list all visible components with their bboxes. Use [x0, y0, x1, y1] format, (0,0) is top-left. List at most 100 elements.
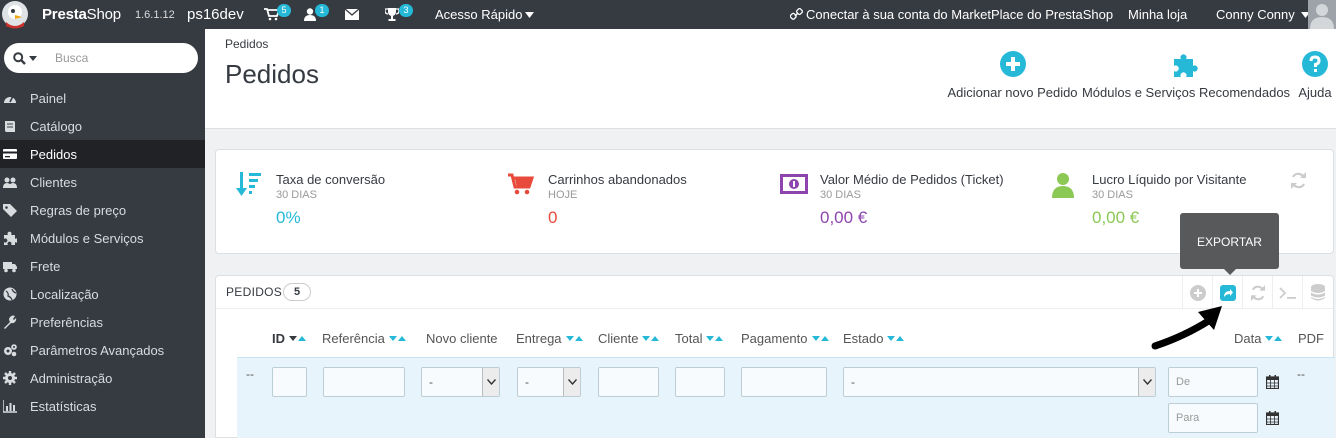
date-to-calendar-button[interactable]	[1258, 403, 1287, 433]
column-date[interactable]: Data	[1234, 331, 1283, 346]
trophy-icon	[385, 8, 399, 21]
sidebar-item-preferencias[interactable]: Preferências	[0, 308, 205, 336]
filter-date-to-input[interactable]: Para	[1168, 403, 1258, 433]
prestashop-logo[interactable]	[0, 0, 31, 29]
filter-payment-input[interactable]	[741, 367, 827, 397]
terminal-icon	[1278, 286, 1296, 299]
select-value: -	[851, 375, 855, 389]
show-sql-button[interactable]	[1272, 276, 1302, 309]
select-value: -	[525, 375, 529, 389]
search-input[interactable]: Busca	[55, 51, 88, 65]
credit-card-icon	[3, 149, 17, 159]
column-label: Data	[1234, 331, 1262, 346]
marketplace-link[interactable]: Conectar à sua conta do MarketPlace do P…	[790, 0, 1113, 29]
user-icon	[1052, 173, 1074, 198]
sidebar-item-parametros-avancados[interactable]: Parâmetros Avançados	[0, 336, 205, 364]
refresh-list-button[interactable]	[1242, 276, 1272, 309]
column-status[interactable]: Estado	[843, 331, 905, 346]
sort-asc-icon[interactable]	[574, 336, 583, 341]
kpi-refresh-button[interactable]	[1290, 172, 1307, 189]
trophy-notification[interactable]: 3	[385, 0, 413, 29]
quick-access-label: Acesso Rápido	[435, 7, 523, 22]
sidebar-item-administracao[interactable]: Administração	[0, 364, 205, 392]
sidebar-item-frete[interactable]: Frete	[0, 252, 205, 280]
trophy-badge: 3	[399, 4, 413, 17]
calendar-icon	[1266, 375, 1279, 389]
sidebar-item-painel[interactable]: Painel	[0, 84, 205, 112]
sort-asc-icon[interactable]	[896, 336, 905, 341]
column-customer[interactable]: Cliente	[598, 331, 660, 346]
puzzle-icon	[1174, 54, 1198, 77]
date-from-calendar-button[interactable]	[1258, 367, 1287, 397]
sort-desc-icon[interactable]	[565, 336, 574, 341]
sidebar-item-pedidos[interactable]: Pedidos	[0, 140, 205, 168]
shop-name[interactable]: ps16dev	[187, 0, 244, 29]
sort-desc-icon[interactable]	[811, 336, 820, 341]
plus-circle-icon	[999, 51, 1026, 77]
sidebar-item-regras-de-preco[interactable]: Regras de preço	[0, 196, 205, 224]
filter-reference-input[interactable]	[323, 367, 405, 397]
orders-notification[interactable]: 5	[264, 0, 291, 29]
avatar[interactable]	[1308, 0, 1336, 29]
kpi-period: 30 DIAS	[820, 189, 861, 201]
filter-customer-input[interactable]	[598, 367, 659, 397]
sidebar-item-label: Clientes	[30, 174, 77, 190]
breadcrumb[interactable]: Pedidos	[225, 37, 268, 51]
filter-status-select[interactable]: -	[843, 367, 1156, 397]
quick-access-dropdown[interactable]: Acesso Rápido	[435, 0, 535, 29]
help-button[interactable]: Ajuda	[1295, 51, 1335, 100]
column-new-client: Novo cliente	[426, 331, 498, 346]
recommended-modules-button[interactable]: Módulos e Serviços Recomendados	[1082, 51, 1290, 100]
main-menu: Painel Catálogo Pedidos Clientes Regras de p…	[0, 84, 205, 420]
sort-asc-icon[interactable]	[651, 336, 660, 341]
sort-asc-icon[interactable]	[1274, 336, 1283, 341]
filter-total-input[interactable]	[675, 367, 725, 397]
sort-desc-icon[interactable]	[887, 336, 896, 341]
sort-asc-icon[interactable]	[397, 336, 406, 341]
dashboard-icon	[4, 95, 16, 103]
column-id[interactable]: ID	[272, 331, 306, 346]
sidebar-item-label: Regras de preço	[30, 202, 127, 218]
messages-notification[interactable]	[345, 0, 359, 29]
select-value: -	[429, 375, 433, 389]
sql-manager-button[interactable]	[1302, 276, 1332, 309]
sort-desc-icon[interactable]	[642, 336, 651, 341]
cogs-icon	[4, 344, 17, 357]
column-reference[interactable]: Referência	[322, 331, 406, 346]
column-delivery[interactable]: Entrega	[516, 331, 583, 346]
sort-desc-icon[interactable]	[706, 336, 715, 341]
sidebar-item-localizacao[interactable]: Localização	[0, 280, 205, 308]
filter-delivery-select[interactable]: -	[517, 367, 581, 397]
add-order-button[interactable]: Adicionar novo Pedido	[945, 51, 1080, 100]
sort-desc-icon[interactable]	[1265, 336, 1274, 341]
sidebar-item-estatisticas[interactable]: Estatísticas	[0, 392, 205, 420]
help-label: Ajuda	[1298, 85, 1332, 100]
column-payment[interactable]: Pagamento	[741, 331, 829, 346]
sort-asc-icon[interactable]	[715, 336, 724, 341]
sidebar-item-catalogo[interactable]: Catálogo	[0, 112, 205, 140]
kpi-title: Lucro Líquido por Visitante	[1092, 172, 1247, 187]
my-store-link[interactable]: Minha loja	[1128, 0, 1187, 29]
sidebar-item-label: Painel	[30, 90, 67, 106]
sort-asc-icon[interactable]	[820, 336, 829, 341]
page-title: Pedidos	[225, 59, 319, 89]
user-menu[interactable]: Conny Conny	[1216, 0, 1310, 29]
search-scope-dropdown[interactable]	[13, 51, 37, 65]
search-box[interactable]: Busca	[4, 43, 198, 73]
customers-notification[interactable]: 1	[304, 0, 329, 29]
sort-desc-icon[interactable]	[289, 336, 297, 341]
filter-new-client-select[interactable]: -	[421, 367, 500, 397]
sort-desc-icon[interactable]	[388, 336, 397, 341]
filter-id-input[interactable]	[272, 367, 307, 397]
filter-date-from-input[interactable]: De	[1168, 367, 1258, 397]
sort-asc-icon[interactable]	[298, 336, 306, 341]
column-total[interactable]: Total	[675, 331, 724, 346]
calendar-icon	[1266, 411, 1279, 425]
sidebar-item-modulos-e-servicos[interactable]: Módulos e Serviços	[0, 224, 205, 252]
kpi-value: 0	[548, 208, 558, 227]
chevron-down-icon	[1142, 379, 1152, 385]
question-circle-icon	[1302, 51, 1328, 77]
truck-icon	[3, 262, 17, 273]
sidebar-item-clientes[interactable]: Clientes	[0, 168, 205, 196]
kpi-period: 30 DIAS	[1092, 189, 1133, 201]
